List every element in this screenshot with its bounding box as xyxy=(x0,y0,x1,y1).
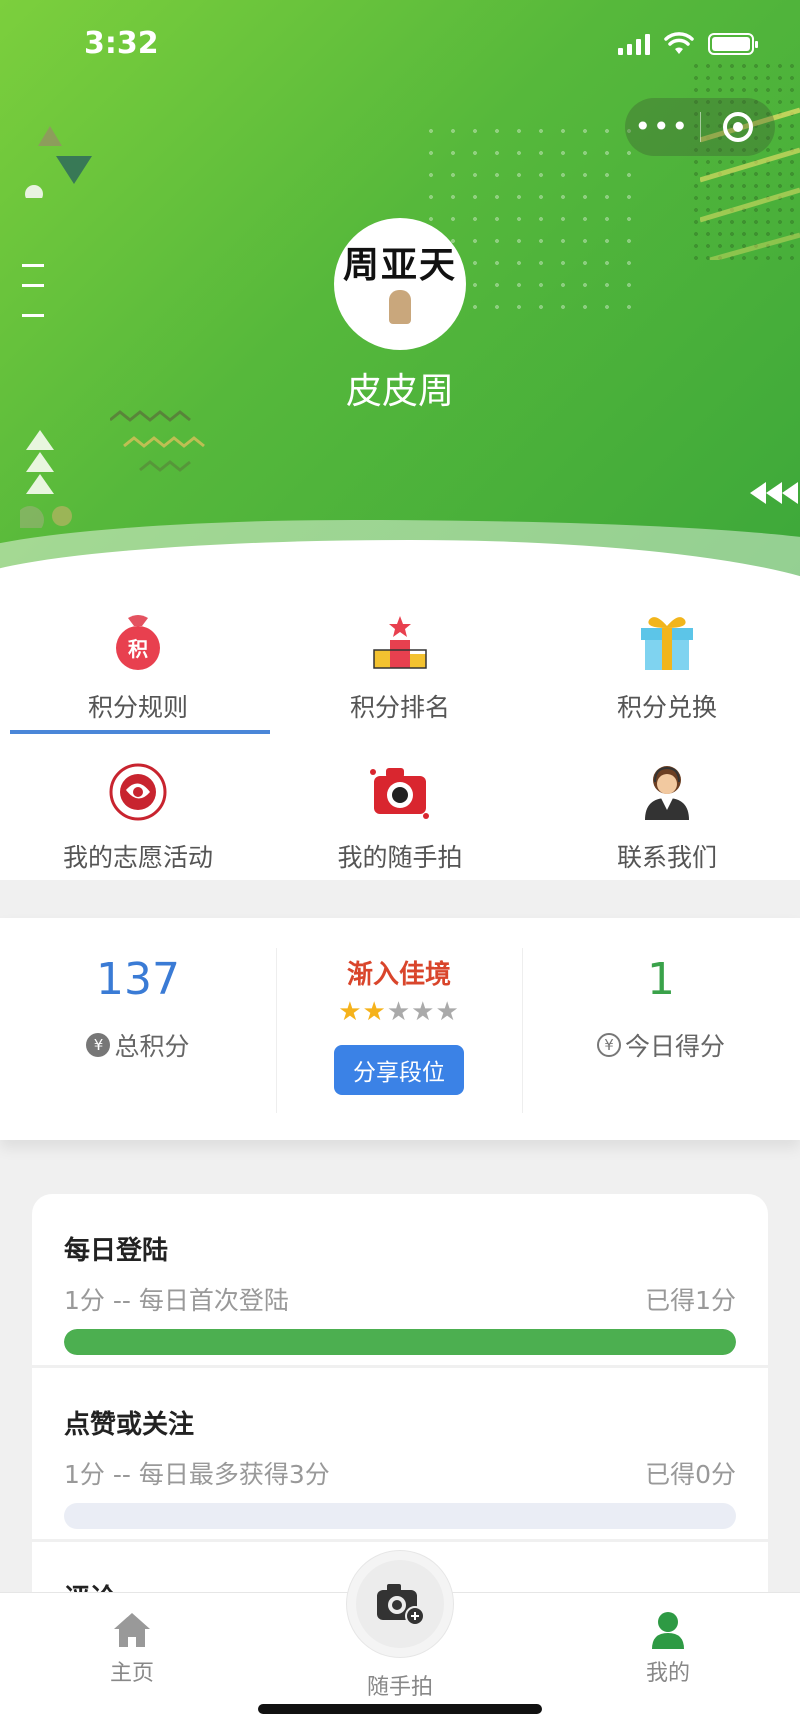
task-description: 1分 -- 每日最多获得3分 xyxy=(64,1460,330,1489)
task-progress-bar xyxy=(64,1329,736,1355)
task-item-daily-login[interactable]: 每日登陆 1分 -- 每日首次登陆 已得1分 xyxy=(32,1194,768,1368)
menu-item-label: 联系我们 xyxy=(616,843,717,872)
tab-label: 主页 xyxy=(109,1661,154,1686)
points-summary-card: 137 ¥ 总积分 渐入佳境 ★★★★★ 分享段位 1 ¥ 今日得分 xyxy=(0,918,800,1140)
total-points-value: 137 xyxy=(96,954,180,1005)
home-icon xyxy=(114,1613,150,1647)
decor-menu-lines-icon xyxy=(22,264,44,317)
svg-text:积: 积 xyxy=(128,637,148,661)
snap-camera-button[interactable] xyxy=(346,1550,454,1658)
username: 皮皮周 xyxy=(345,371,454,412)
task-item-like-or-follow[interactable]: 点赞或关注 1分 -- 每日最多获得3分 已得0分 xyxy=(32,1368,768,1542)
decor-triangles-icon xyxy=(25,126,92,198)
task-title: 点赞或关注 xyxy=(64,1410,195,1440)
task-progress-bar xyxy=(64,1503,736,1529)
task-description: 1分 -- 每日首次登陆 xyxy=(64,1286,289,1315)
star-icon: ★ xyxy=(362,997,387,1027)
decor-rewind-icon xyxy=(750,482,798,504)
gift-icon xyxy=(635,610,699,674)
snap-camera-inner xyxy=(356,1560,444,1648)
camera-icon xyxy=(368,760,432,824)
close-miniprogram-button[interactable] xyxy=(701,112,776,142)
today-points-label-row: ¥ 今日得分 xyxy=(596,1027,725,1063)
miniprogram-capsule: ••• xyxy=(625,98,775,156)
tab-label: 随手拍 xyxy=(366,1675,433,1700)
tab-snap[interactable]: 随手拍 xyxy=(300,1663,500,1701)
menu-item-label: 积分兑换 xyxy=(616,693,717,722)
status-icons xyxy=(618,32,758,56)
status-time: 3:32 xyxy=(84,26,159,61)
today-points-block[interactable]: 1 ¥ 今日得分 xyxy=(522,918,800,1140)
yen-filled-icon: ¥ xyxy=(86,1033,111,1057)
feature-menu: 积 积分规则 积分排名 积分兑换 我的志愿活动 我的随手拍 联系我们 xyxy=(0,580,800,880)
menu-item-label: 我的志愿活动 xyxy=(62,843,213,872)
star-icon: ★ xyxy=(411,997,436,1027)
total-points-label: 总积分 xyxy=(114,1032,190,1061)
status-bar: 3:32 xyxy=(0,0,800,90)
tab-home[interactable]: 主页 xyxy=(32,1611,232,1687)
menu-item-my-snapshots[interactable]: 我的随手拍 xyxy=(267,730,533,880)
today-points-label: 今日得分 xyxy=(624,1032,725,1061)
points-bag-icon: 积 xyxy=(106,610,170,674)
more-options-button[interactable]: ••• xyxy=(625,98,700,156)
star-icon: ★ xyxy=(386,997,412,1027)
today-points-value: 1 xyxy=(647,954,675,1005)
battery-icon xyxy=(708,33,758,55)
total-points-label-row: ¥ 总积分 xyxy=(86,1027,190,1063)
star-icon: ★ xyxy=(338,997,363,1027)
support-agent-icon xyxy=(635,760,699,824)
tab-mine[interactable]: 我的 xyxy=(568,1611,768,1687)
avatar[interactable]: 周亚天 xyxy=(334,218,466,350)
tab-label: 我的 xyxy=(645,1661,690,1686)
podium-icon xyxy=(368,610,432,674)
target-icon xyxy=(722,112,753,142)
yen-outline-icon: ¥ xyxy=(596,1033,621,1057)
avatar-figure-icon xyxy=(389,290,411,324)
decor-arrows-icon xyxy=(20,430,72,528)
task-title: 每日登陆 xyxy=(64,1236,169,1266)
camera-add-icon xyxy=(377,1584,425,1626)
menu-item-contact-us[interactable]: 联系我们 xyxy=(534,730,800,880)
volunteer-emblem-icon xyxy=(106,760,170,824)
star-icon: ★ xyxy=(435,997,460,1027)
avatar-calligraphy: 周亚天 xyxy=(342,244,457,286)
menu-item-volunteer-activities[interactable]: 我的志愿活动 xyxy=(5,730,271,880)
menu-item-points-ranking[interactable]: 积分排名 xyxy=(267,580,533,730)
level-block: 渐入佳境 ★★★★★ 分享段位 xyxy=(276,918,522,1140)
decor-zigzag-icon xyxy=(110,410,205,472)
cellular-signal-icon xyxy=(618,33,650,55)
user-icon xyxy=(652,1612,684,1649)
level-stars: ★★★★★ xyxy=(338,997,460,1027)
menu-item-label: 积分规则 xyxy=(87,693,188,722)
task-earned: 已得1分 xyxy=(645,1286,736,1315)
task-earned: 已得0分 xyxy=(645,1460,736,1489)
menu-item-label: 我的随手拍 xyxy=(337,843,463,872)
level-name: 渐入佳境 xyxy=(346,960,451,990)
menu-item-points-exchange[interactable]: 积分兑换 xyxy=(534,580,800,730)
task-progress-fill xyxy=(64,1329,736,1355)
total-points-block[interactable]: 137 ¥ 总积分 xyxy=(0,918,276,1140)
menu-item-points-rules[interactable]: 积 积分规则 xyxy=(5,580,271,730)
wifi-icon xyxy=(664,32,694,54)
home-indicator xyxy=(258,1704,542,1714)
menu-item-label: 积分排名 xyxy=(349,693,450,722)
share-level-button[interactable]: 分享段位 xyxy=(334,1045,464,1095)
